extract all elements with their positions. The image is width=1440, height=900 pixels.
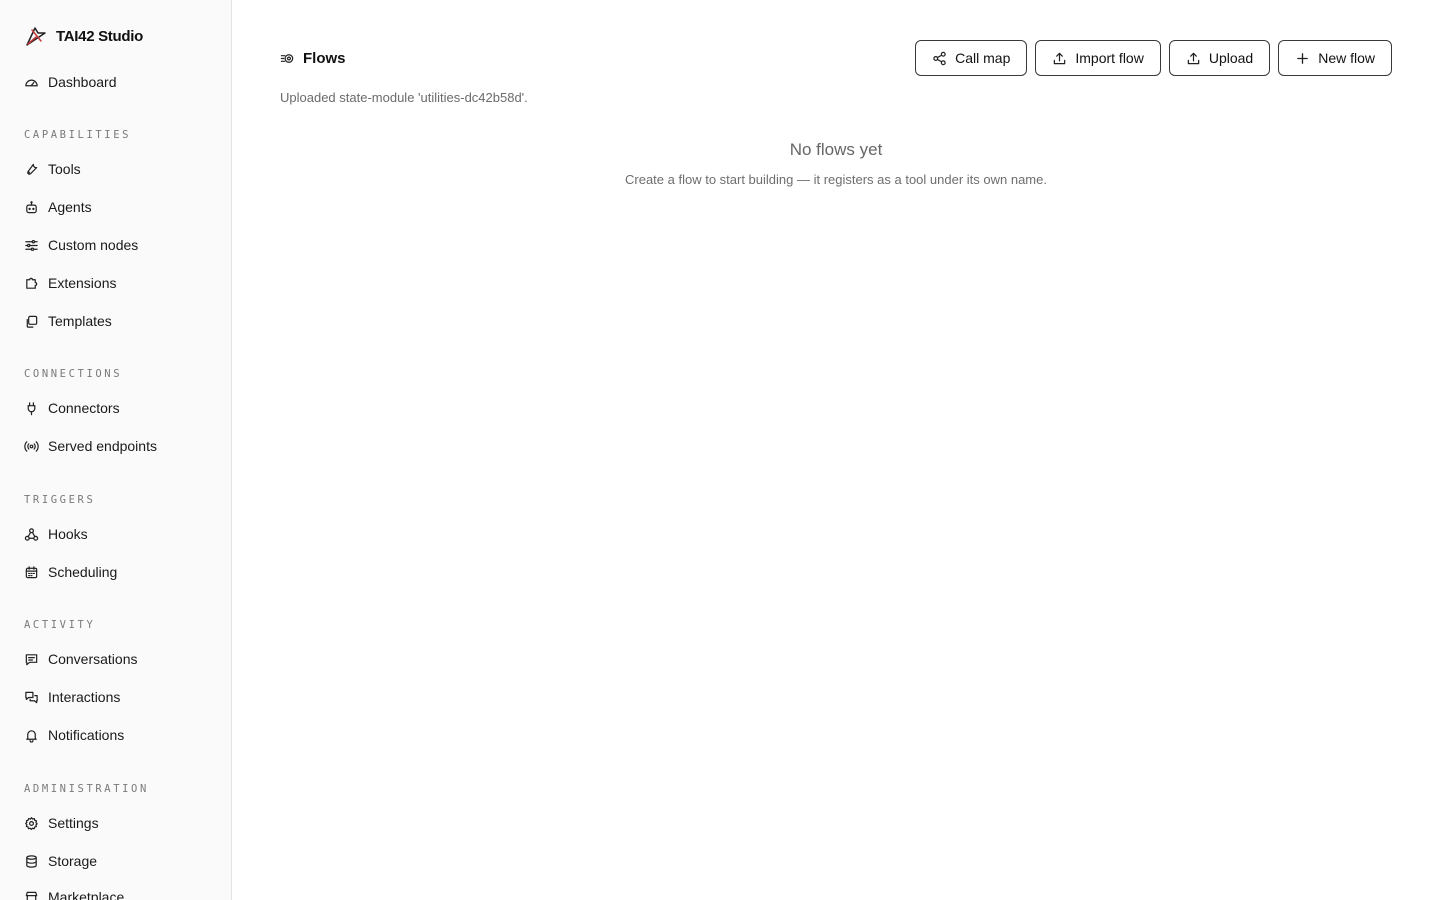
sidebar-item-connectors[interactable]: Connectors	[24, 397, 120, 419]
sidebar-item-label: Interactions	[48, 689, 121, 705]
import-flow-label: Import flow	[1075, 50, 1144, 66]
sidebar-item-tools[interactable]: Tools	[24, 158, 81, 180]
sidebar-item-label: Templates	[48, 313, 112, 329]
sidebar-item-hooks[interactable]: Hooks	[24, 523, 88, 545]
sidebar-item-extensions[interactable]: Extensions	[24, 272, 116, 294]
sidebar-item-conversations[interactable]: Conversations	[24, 648, 138, 670]
sidebar-item-label: Custom nodes	[48, 237, 139, 253]
puzzle-icon	[26, 277, 38, 289]
calendar-icon	[25, 565, 38, 578]
sidebar-item-interactions[interactable]: Interactions	[24, 686, 120, 708]
flow-icon	[280, 53, 294, 63]
sidebar-item-label: Dashboard	[48, 74, 117, 90]
sidebar-item-label: Hooks	[48, 526, 88, 542]
sidebar: TAI42 Studio Dashboard CAPABILITIES Tool…	[0, 0, 232, 900]
brand[interactable]: TAI42 Studio	[24, 24, 143, 48]
upload-button[interactable]: Upload	[1168, 40, 1271, 76]
empty-state-description: Create a flow to start building — it reg…	[625, 172, 1047, 187]
sidebar-item-agents[interactable]: Agents	[24, 196, 92, 218]
message-square-icon	[25, 653, 38, 665]
sidebar-item-label: Served endpoints	[48, 438, 157, 454]
sidebar-item-label: Marketplace	[48, 889, 125, 900]
sidebar-item-storage[interactable]: Storage	[24, 850, 97, 872]
sidebar-item-label: Conversations	[48, 651, 138, 667]
empty-state-title: No flows yet	[789, 140, 883, 159]
section-title-triggers: TRIGGERS	[24, 494, 96, 506]
store-icon	[25, 891, 38, 900]
new-flow-button[interactable]: New flow	[1278, 40, 1392, 76]
import-flow-button[interactable]: Import flow	[1035, 40, 1161, 76]
sidebar-item-dashboard[interactable]: Dashboard	[24, 71, 117, 93]
section-title-capabilities: CAPABILITIES	[24, 129, 132, 141]
sidebar-item-served-endpoints[interactable]: Served endpoints	[24, 435, 157, 457]
pen-nib-icon	[26, 27, 46, 46]
new-flow-label: New flow	[1318, 50, 1375, 66]
sidebar-item-label: Scheduling	[48, 564, 118, 580]
webhook-icon	[24, 527, 39, 541]
database-icon	[26, 854, 37, 868]
page-header: Flows	[280, 47, 346, 69]
status-message: Uploaded state-module 'utilities-dc42b58…	[280, 90, 528, 105]
empty-state: No flows yet Create a flow to start buil…	[280, 140, 1392, 187]
gauge-icon	[25, 79, 38, 86]
sidebar-item-label: Tools	[48, 161, 81, 177]
sidebar-item-settings[interactable]: Settings	[24, 812, 99, 834]
sidebar-item-label: Agents	[48, 199, 92, 215]
messages-icon	[25, 691, 38, 703]
sidebar-item-label: Extensions	[48, 275, 117, 291]
share-icon	[933, 51, 946, 65]
sliders-icon	[25, 239, 38, 251]
sidebar-item-marketplace[interactable]: Marketplace	[24, 886, 124, 900]
radio-icon	[24, 440, 39, 452]
sidebar-item-notifications[interactable]: Notifications	[24, 724, 124, 746]
plug-icon	[27, 401, 36, 415]
sidebar-item-templates[interactable]: Templates	[24, 310, 112, 332]
upload-icon	[1054, 52, 1066, 64]
wrench-icon	[27, 163, 38, 175]
page-title: Flows	[303, 49, 346, 67]
section-title-administration: ADMINISTRATION	[24, 783, 149, 795]
upload-label: Upload	[1208, 50, 1254, 66]
sidebar-item-label: Settings	[48, 815, 99, 831]
bot-icon	[26, 200, 37, 213]
gear-icon	[25, 816, 38, 830]
toolbar: Call map Import flow Upload New flow	[915, 40, 1392, 76]
section-title-connections: CONNECTIONS	[24, 368, 123, 380]
section-title-activity: ACTIVITY	[24, 619, 96, 631]
call-map-label: Call map	[955, 50, 1011, 66]
plus-icon	[1297, 52, 1309, 64]
sidebar-item-scheduling[interactable]: Scheduling	[24, 561, 117, 583]
sidebar-item-custom-nodes[interactable]: Custom nodes	[24, 234, 138, 256]
bell-icon	[26, 729, 37, 743]
upload-icon	[1187, 52, 1200, 64]
sidebar-item-label: Storage	[48, 853, 98, 869]
sidebar-item-label: Connectors	[48, 400, 120, 416]
copy-icon	[26, 315, 38, 328]
call-map-button[interactable]: Call map	[915, 40, 1028, 76]
sidebar-item-label: Notifications	[48, 727, 125, 743]
main-content: Flows Call map Import flow Upload New fl…	[232, 0, 1440, 900]
app-name: TAI42 Studio	[56, 27, 143, 45]
